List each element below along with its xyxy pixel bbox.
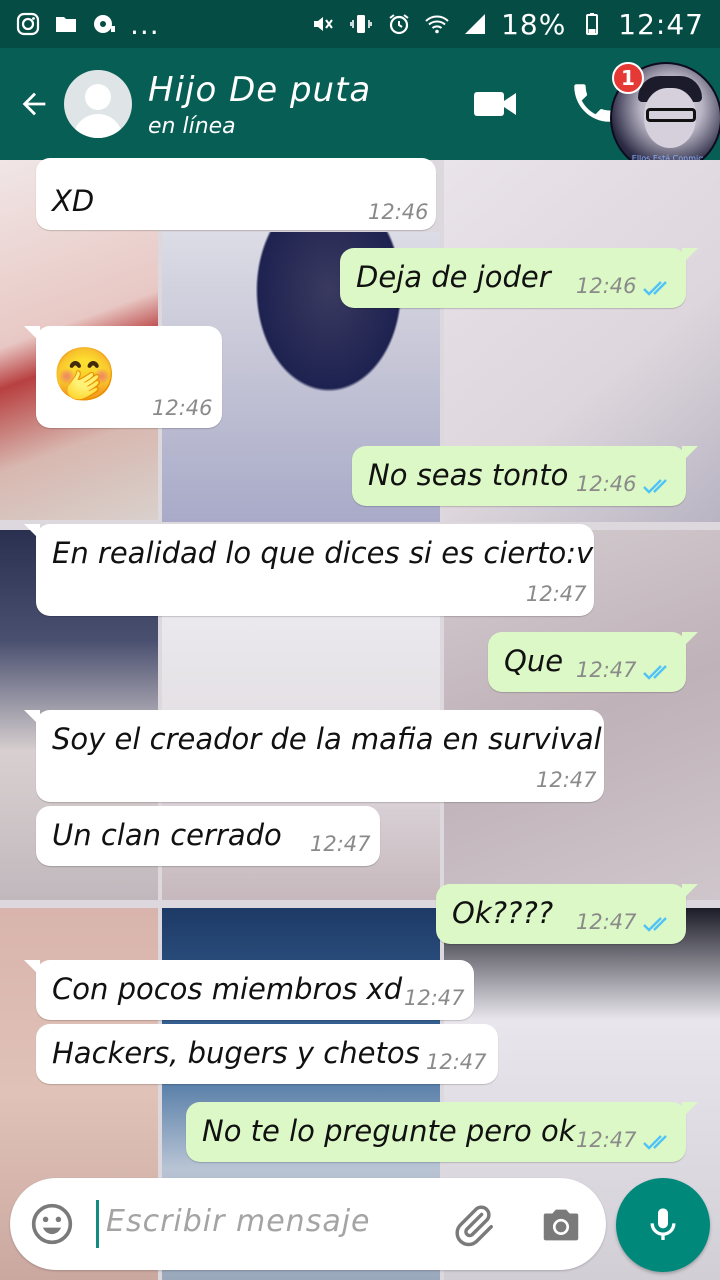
message-text: 🤭 [52,345,117,405]
emoji-icon[interactable] [30,1202,74,1246]
bubble-tail [682,884,698,900]
folder-icon [56,17,76,32]
alarm-icon [389,14,409,35]
message-text: Soy el creador de la mafia en survival [52,722,602,756]
vibrate-icon [350,15,372,33]
message-time: 12:47 [576,1128,637,1152]
back-button[interactable] [4,48,64,160]
message-text: No te lo pregunte pero ok [202,1114,576,1148]
status-left-icons: ... [16,8,160,41]
bubble-tail [24,960,40,976]
attach-icon[interactable] [450,1202,496,1248]
message-input[interactable]: Escribir mensaje [106,1204,371,1239]
camera-icon[interactable] [538,1202,584,1248]
bubble-tail [682,446,698,462]
message-time: 12:46 [368,200,429,224]
outgoing-message[interactable]: Deja de joder 12:46 [340,248,698,308]
bubble-tail [24,326,40,342]
status-bar: ... 18% 12:47 [0,0,720,48]
message-time: 12:47 [536,768,597,792]
outgoing-message[interactable]: Ok???? 12:47 [436,884,698,944]
message-text: Ok???? [452,896,554,930]
contact-info[interactable]: Hijo De puta en línea [148,70,371,139]
disc-icon [94,15,115,33]
message-time: 12:47 [404,986,465,1010]
contact-status: en línea [148,113,236,139]
message-text: XD [52,184,95,218]
clock: 12:47 [618,7,704,41]
incoming-message[interactable]: XD 12:46 [36,158,436,230]
message-text: Deja de joder [356,260,551,294]
outgoing-message[interactable]: No te lo pregunte pero ok 12:47 [186,1102,698,1162]
incoming-message[interactable]: Soy el creador de la mafia en survival 12… [24,710,604,802]
contact-name: Hijo De puta [148,69,372,110]
wifi-icon [425,15,449,34]
incoming-message[interactable]: En realidad lo que dices si es cierto:v 1… [24,524,594,616]
video-call-icon[interactable] [470,84,520,124]
bubble-tail [682,1102,698,1118]
incoming-message[interactable]: Hackers, bugers y chetos 12:47 [36,1024,498,1084]
message-time: 12:46 [152,396,213,420]
outgoing-message[interactable]: No seas tonto 12:46 [352,446,698,506]
message-composer[interactable]: Escribir mensaje [10,1178,606,1270]
message-time: 12:47 [310,832,371,856]
notification-badge: 1 [612,62,644,94]
message-time: 12:47 [426,1050,487,1074]
battery-icon [586,13,599,35]
outgoing-message[interactable]: Que 12:47 [488,632,698,692]
instagram-icon [16,12,40,36]
message-text: Un clan cerrado [52,818,282,852]
message-text: Que [504,644,564,678]
read-receipt-icon [643,479,667,494]
bubble-tail [24,710,40,726]
message-text: En realidad lo que dices si es cierto:v [52,536,594,570]
voice-record-button[interactable] [616,1178,710,1272]
bubble-tail [24,524,40,540]
message-time: 12:46 [576,472,637,496]
signal-icon [465,14,486,34]
bubble-tail [682,248,698,264]
incoming-message[interactable]: Un clan cerrado 12:47 [36,806,380,866]
read-receipt-icon [643,1135,667,1150]
incoming-message[interactable]: Con pocos miembros xd 12:47 [24,960,474,1020]
message-text: Con pocos miembros xd [52,972,403,1006]
message-time: 12:47 [526,582,587,606]
bubble-tail [682,632,698,648]
status-right-icons: 18% 12:47 [311,8,704,41]
read-receipt-icon [643,665,667,680]
message-time: 12:47 [576,658,637,682]
message-text: Hackers, bugers y chetos [52,1036,420,1070]
read-receipt-icon [643,281,667,296]
battery-percent: 18% [501,7,567,41]
microphone-icon [650,1208,676,1240]
status-overflow: ... [130,7,160,41]
message-time: 12:47 [576,910,637,934]
message-text: No seas tonto [368,458,569,492]
incoming-message[interactable]: 🤭 12:46 [24,326,222,428]
mute-icon [314,17,333,31]
contact-avatar[interactable] [64,70,132,138]
message-time: 12:46 [576,274,637,298]
arrow-left-icon [22,92,46,116]
text-caret [96,1200,99,1248]
read-receipt-icon [643,917,667,932]
